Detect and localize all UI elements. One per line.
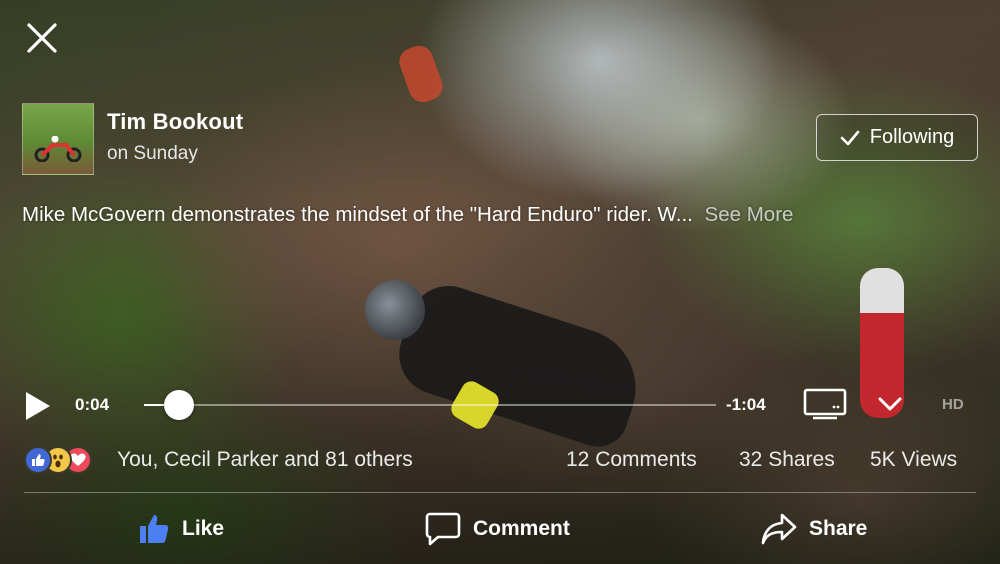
thumbs-up-icon [140,515,169,543]
following-label: Following [869,126,955,148]
views-count: 5K Views [870,448,958,471]
play-icon [26,392,50,420]
comment-label: Comment [473,517,570,540]
tv-icon [803,388,847,420]
play-button[interactable] [24,391,52,421]
close-icon [27,23,57,53]
divider [24,492,976,493]
shares-count[interactable]: 32 Shares [739,448,835,472]
share-label: Share [809,517,868,540]
video-viewer: Tim Bookout on Sunday Following Mike McG… [0,0,1000,564]
caption-text: Mike McGovern demonstrates the mindset o… [22,203,693,226]
video-frame[interactable] [0,0,1000,564]
minimize-button[interactable] [877,394,903,414]
see-more-link[interactable]: See More [705,203,794,226]
post-caption: Mike McGovern demonstrates the mindset o… [22,203,982,227]
checkmark-icon [840,130,860,145]
following-button[interactable]: Following [816,114,978,161]
motorbike-icon [34,136,82,162]
post-timestamp[interactable]: on Sunday [107,143,198,165]
close-button[interactable] [26,22,58,54]
reactions-summary[interactable]: You, Cecil Parker and 81 others [117,448,413,472]
like-label: Like [182,517,225,540]
comment-bubble-icon [425,512,461,546]
chevron-down-icon [878,397,902,411]
comment-button[interactable]: Comment [425,507,570,551]
progress-bar[interactable] [144,390,716,420]
author-avatar[interactable] [22,103,94,175]
cast-button[interactable] [803,388,847,420]
share-arrow-icon [761,513,797,545]
rider-helmet [365,280,425,340]
like-button[interactable]: Like [138,507,224,551]
current-time: 0:04 [75,395,110,414]
remaining-time: -1:04 [726,395,766,414]
like-icon [24,446,52,474]
reaction-icons[interactable] [24,445,92,475]
share-button[interactable]: Share [761,507,867,551]
author-name[interactable]: Tim Bookout [107,109,243,135]
hd-quality-toggle[interactable]: HD [942,396,964,413]
comments-count[interactable]: 12 Comments [566,448,697,472]
